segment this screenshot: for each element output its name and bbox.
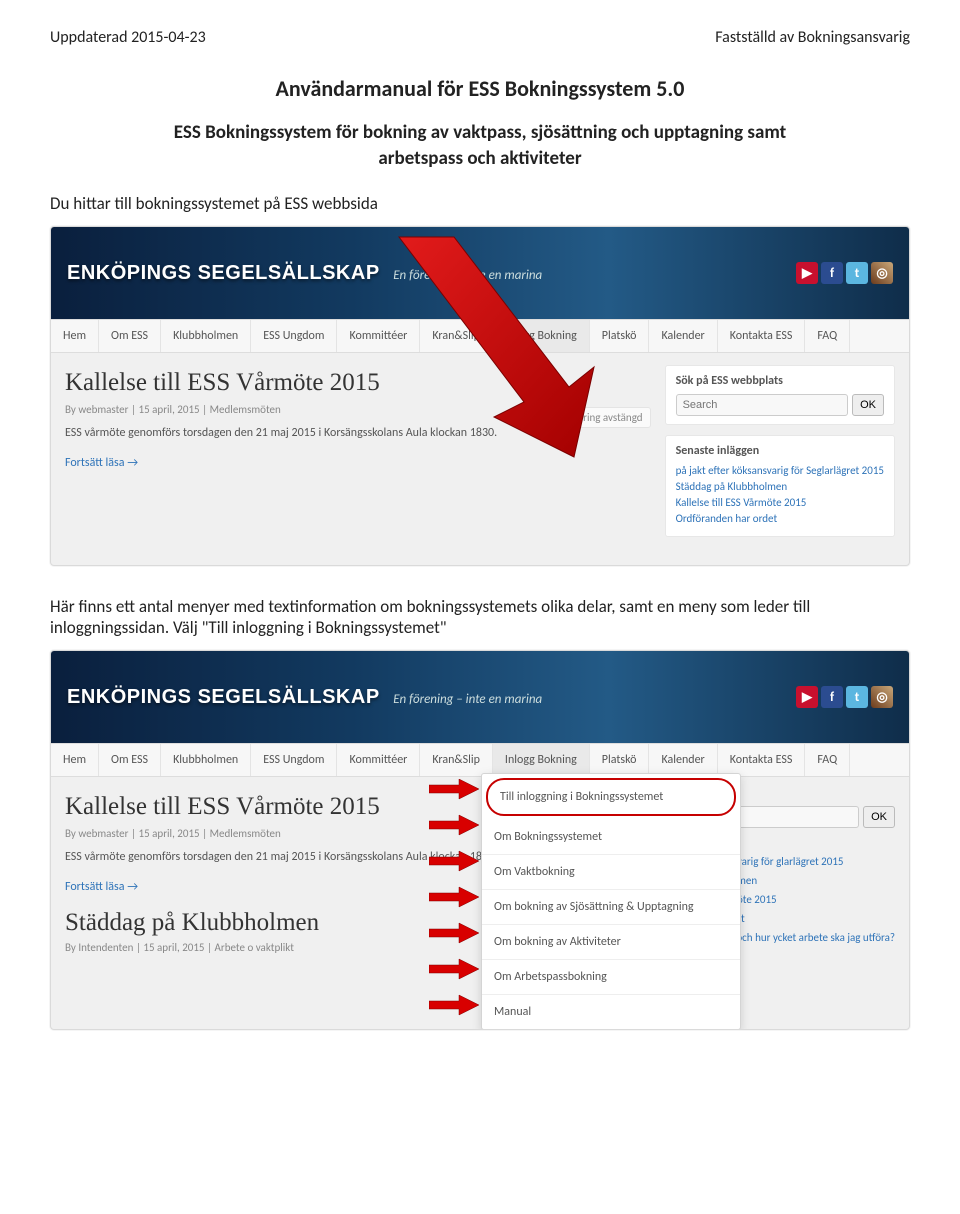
- youtube-icon[interactable]: ▶: [796, 686, 818, 708]
- nav-om-ess[interactable]: Om ESS: [99, 744, 161, 776]
- nav-kran-slip[interactable]: Kran&Slip: [420, 744, 493, 776]
- recent-link[interactable]: Städdag på Klubbholmen: [676, 480, 884, 493]
- instagram-icon[interactable]: ◎: [871, 686, 893, 708]
- search-widget: Sök på ESS webbplats OK: [665, 365, 895, 425]
- site-tagline: En förening – inte en marina: [393, 268, 542, 283]
- doc-header-right: Fastställd av Bokningsansvarig: [715, 28, 910, 47]
- post-body: ESS vårmöte genomförs torsdagen den 21 m…: [65, 426, 651, 440]
- nav-klubbholmen[interactable]: Klubbholmen: [161, 320, 251, 352]
- nav-ungdom[interactable]: ESS Ungdom: [251, 320, 337, 352]
- site-name: ENKÖPINGS SEGELSÄLLSKAP: [67, 262, 380, 284]
- dropdown-item-inloggning[interactable]: Till inloggning i Bokningssystemet: [486, 778, 736, 816]
- doc-subtitle: ESS Bokningssystem för bokning av vaktpa…: [160, 120, 800, 171]
- recent-posts-widget: Senaste inläggen på jakt efter köksansva…: [665, 435, 895, 537]
- doc-header-left: Uppdaterad 2015-04-23: [50, 28, 206, 47]
- dropdown-item-arbetspass[interactable]: Om Arbetspassbokning: [482, 960, 740, 995]
- nav-om-ess[interactable]: Om ESS: [99, 320, 161, 352]
- dropdown-item-manual[interactable]: Manual: [482, 995, 740, 1029]
- nav-platsko[interactable]: Platskö: [590, 320, 650, 352]
- recent-link[interactable]: Kallelse till ESS Vårmöte 2015: [676, 496, 884, 509]
- screenshot-2: ENKÖPINGS SEGELSÄLLSKAP En förening – in…: [50, 650, 910, 1030]
- dropdown-item-om-system[interactable]: Om Bokningssystemet: [482, 820, 740, 855]
- search-input[interactable]: [676, 394, 849, 416]
- nav-hem[interactable]: Hem: [51, 320, 99, 352]
- read-more-link[interactable]: Fortsätt läsa →: [65, 456, 138, 470]
- nav-kontakta[interactable]: Kontakta ESS: [718, 744, 806, 776]
- search-heading: Sök på ESS webbplats: [676, 374, 884, 388]
- nav-kommitteer[interactable]: Kommittéer: [337, 744, 420, 776]
- nav-hem[interactable]: Hem: [51, 744, 99, 776]
- nav-inlogg-bokning[interactable]: Inlogg Bokning: [493, 320, 590, 352]
- nav-ungdom[interactable]: ESS Ungdom: [251, 744, 337, 776]
- recent-heading: Senaste inläggen: [676, 444, 884, 458]
- twitter-icon[interactable]: t: [846, 686, 868, 708]
- dropdown-item-aktiviteter[interactable]: Om bokning av Aktiviteter: [482, 925, 740, 960]
- nav-platsko[interactable]: Platskö: [590, 744, 650, 776]
- comment-off: Kommentering avstängd: [526, 407, 651, 428]
- site-tagline: En förening – inte en marina: [393, 692, 542, 707]
- nav-kalender[interactable]: Kalender: [649, 320, 717, 352]
- recent-link[interactable]: Ordföranden har ordet: [676, 512, 884, 525]
- nav-bar: Hem Om ESS Klubbholmen ESS Ungdom Kommit…: [51, 743, 909, 777]
- nav-kalender[interactable]: Kalender: [649, 744, 717, 776]
- dropdown-item-sjosattning[interactable]: Om bokning av Sjösättning & Upptagning: [482, 890, 740, 925]
- nav-inlogg-bokning[interactable]: Inlogg Bokning: [493, 744, 590, 776]
- read-more-link[interactable]: Fortsätt läsa →: [65, 880, 138, 894]
- nav-kran-slip[interactable]: Kran&Slip: [420, 320, 493, 352]
- screenshot-1: ENKÖPINGS SEGELSÄLLSKAP En förening – in…: [50, 226, 910, 566]
- intro-line: Du hittar till bokningssystemet på ESS w…: [50, 193, 910, 214]
- search-button[interactable]: OK: [863, 806, 895, 828]
- site-name: ENKÖPINGS SEGELSÄLLSKAP: [67, 686, 380, 708]
- search-button[interactable]: OK: [852, 394, 884, 416]
- social-icons: ▶ f t ◎: [796, 262, 893, 284]
- dropdown-item-vaktbokning[interactable]: Om Vaktbokning: [482, 855, 740, 890]
- twitter-icon[interactable]: t: [846, 262, 868, 284]
- nav-kommitteer[interactable]: Kommittéer: [337, 320, 420, 352]
- social-icons: ▶ f t ◎: [796, 686, 893, 708]
- facebook-icon[interactable]: f: [821, 686, 843, 708]
- nav-bar: Hem Om ESS Klubbholmen ESS Ungdom Kommit…: [51, 319, 909, 353]
- facebook-icon[interactable]: f: [821, 262, 843, 284]
- inlogg-dropdown: Till inloggning i Bokningssystemet Om Bo…: [481, 773, 741, 1030]
- post-title: Kallelse till ESS Vårmöte 2015: [65, 369, 651, 397]
- nav-faq[interactable]: FAQ: [805, 320, 850, 352]
- nav-klubbholmen[interactable]: Klubbholmen: [161, 744, 251, 776]
- mid-paragraph: Här finns ett antal menyer med textinfor…: [50, 596, 910, 638]
- doc-title: Användarmanual för ESS Bokningssystem 5.…: [50, 75, 910, 102]
- recent-link[interactable]: på jakt efter köksansvarig för Seglarläg…: [676, 464, 884, 477]
- nav-faq[interactable]: FAQ: [805, 744, 850, 776]
- youtube-icon[interactable]: ▶: [796, 262, 818, 284]
- nav-kontakta[interactable]: Kontakta ESS: [718, 320, 806, 352]
- instagram-icon[interactable]: ◎: [871, 262, 893, 284]
